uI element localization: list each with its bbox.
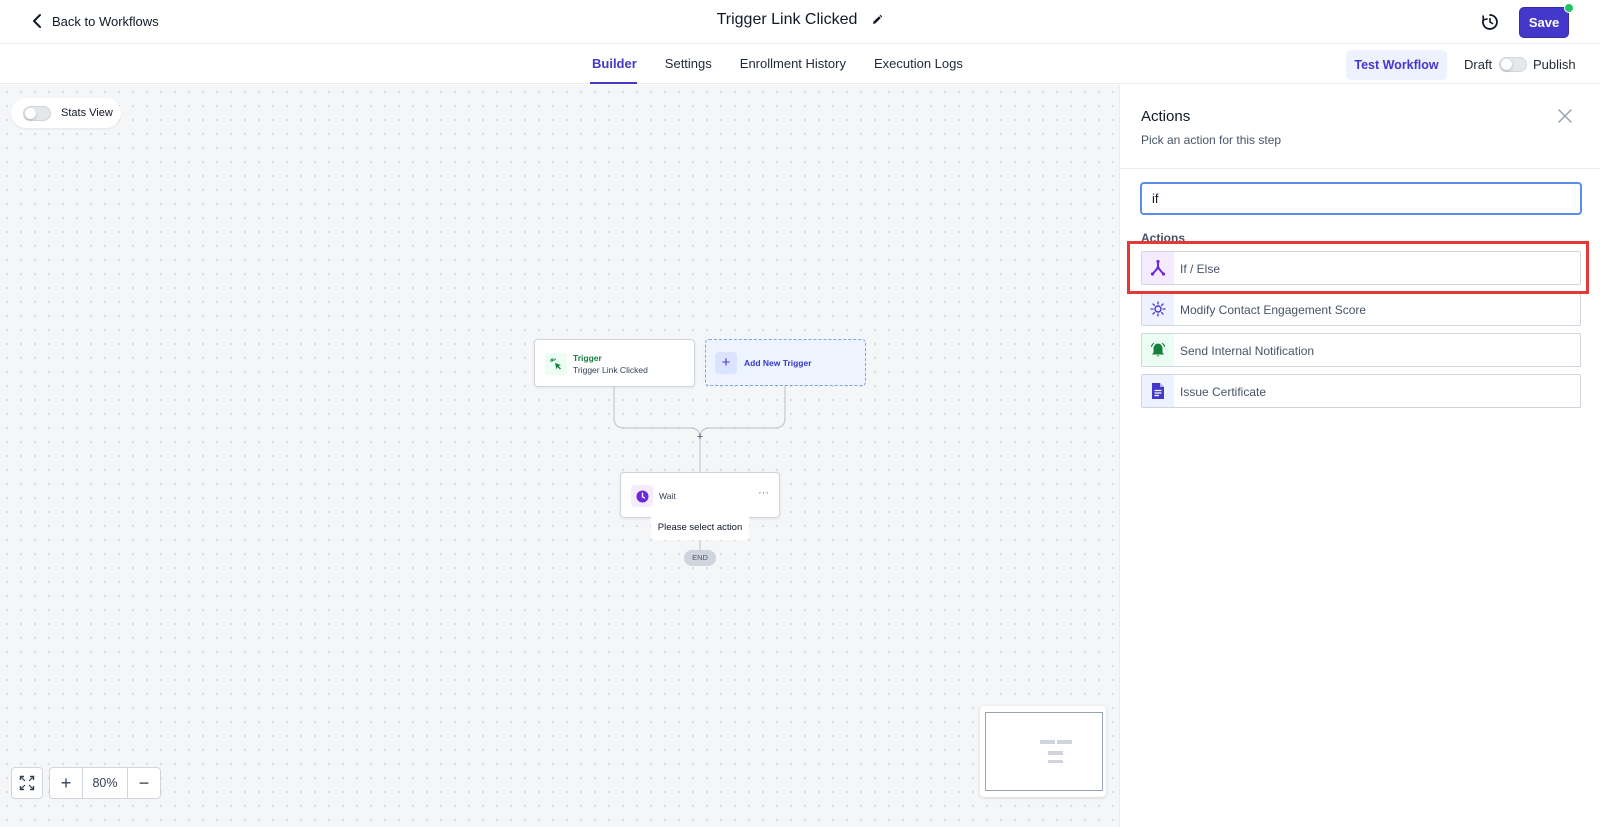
action-search-input[interactable] [1140,182,1582,215]
action-item-modify-engagement-score[interactable]: Modify Contact Engagement Score [1141,292,1581,326]
close-icon[interactable] [1558,109,1572,123]
branch-icon [1142,252,1174,284]
minimap[interactable] [980,706,1106,797]
tab-bar: Builder Settings Enrollment History Exec… [0,44,1600,84]
zoom-group: + 80% − [49,767,161,799]
zoom-level: 80% [82,768,128,798]
add-step-plus[interactable]: + [695,431,705,443]
add-new-trigger-node[interactable]: + Add New Trigger [705,339,866,386]
action-item-if-else[interactable]: If / Else [1141,251,1581,285]
action-label: Modify Contact Engagement Score [1180,303,1367,317]
back-to-workflows-link[interactable]: Back to Workflows [30,13,159,29]
action-item-send-internal-notification[interactable]: Send Internal Notification [1141,333,1581,367]
draft-label: Draft [1464,57,1493,72]
top-header: Back to Workflows Trigger Link Clicked S… [0,0,1600,44]
workflow-title-text: Trigger Link Clicked [716,11,858,28]
add-new-trigger-label: Add New Trigger [744,358,812,368]
action-label: Issue Certificate [1180,385,1267,399]
wait-label: Wait [659,491,676,501]
publish-label: Publish [1533,57,1576,72]
tab-builder[interactable]: Builder [578,44,651,84]
actions-panel: Actions Pick an action for this step Act… [1119,85,1600,827]
workflow-canvas[interactable]: Stats View Trigger Trigger Link Clicked … [0,85,1119,827]
tab-execution-logs[interactable]: Execution Logs [860,44,977,84]
panel-subtitle: Pick an action for this step [1141,133,1282,147]
plus-icon: + [715,352,737,374]
fit-view-button[interactable] [11,767,43,799]
node-menu-icon[interactable]: ··· [758,487,769,499]
cursor-click-icon [545,353,567,375]
action-label: Send Internal Notification [1180,344,1315,358]
back-label: Back to Workflows [52,13,159,29]
save-button[interactable]: Save [1519,7,1569,38]
action-item-issue-certificate[interactable]: Issue Certificate [1141,374,1581,408]
minimap-viewport [985,712,1103,791]
tab-enrollment-history[interactable]: Enrollment History [726,44,860,84]
minimap-preview [1040,740,1072,763]
trigger-node[interactable]: Trigger Trigger Link Clicked [534,339,695,387]
actions-section-label: Actions [1141,231,1186,245]
zoom-controls: + 80% − [11,767,161,799]
sun-icon [1142,293,1174,325]
chevron-left-icon [33,14,41,28]
trigger-name: Trigger Link Clicked [573,365,648,375]
workflow-title[interactable]: Trigger Link Clicked [717,11,884,29]
workflow-tabs: Builder Settings Enrollment History Exec… [578,44,977,84]
publish-toggle[interactable] [1499,57,1527,72]
expand-icon [19,775,35,791]
zoom-out-button[interactable]: − [128,768,160,798]
zoom-in-button[interactable]: + [50,768,82,798]
end-marker: END [684,550,716,566]
history-icon[interactable] [1480,12,1500,32]
tab-settings[interactable]: Settings [651,44,726,84]
panel-title: Actions [1141,108,1191,125]
pencil-edit-icon[interactable] [871,14,883,26]
wait-node[interactable]: Wait ··· [620,472,780,518]
document-icon [1142,375,1174,407]
unsaved-status-dot [1564,3,1574,13]
actions-panel-header: Actions Pick an action for this step [1120,85,1600,169]
please-select-action-tip: Please select action [651,515,749,540]
trigger-type-label: Trigger [573,353,602,363]
flow-connectors [613,386,786,550]
action-label: If / Else [1180,262,1221,276]
clock-icon [631,485,653,507]
test-workflow-button[interactable]: Test Workflow [1346,50,1447,80]
bell-icon [1142,334,1174,366]
